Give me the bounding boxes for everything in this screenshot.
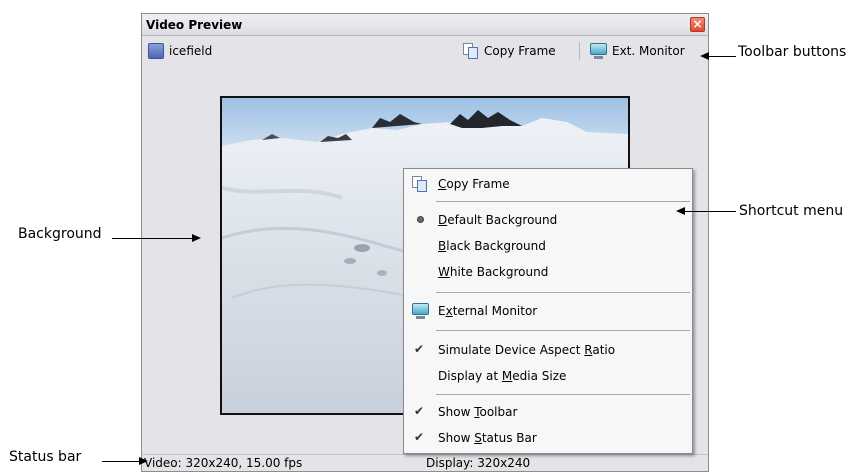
title-bar[interactable]: Video Preview × [142,14,708,36]
status-display-info: Display: 320x240 [426,456,531,470]
menu-item-label: Black Background [438,239,546,253]
toolbar: icefield Copy Frame Ext. Monitor [142,37,708,63]
callout-line [707,56,736,57]
copy-frame-label: Copy Frame [484,44,556,58]
menu-item-default-background[interactable]: Default Background [404,209,692,231]
menu-item-label: White Background [438,265,549,279]
check-icon: ✔ [414,404,425,418]
menu-item-simulate-aspect-ratio[interactable]: ✔ Simulate Device Aspect Ratio [404,339,692,361]
arrow-icon [676,207,685,215]
monitor-icon [412,303,429,319]
menu-separator [436,201,690,202]
status-bar: Video: 320x240, 15.00 fps Display: 320x2… [142,454,708,471]
arrow-icon [139,457,148,465]
callout-background: Background [18,226,102,242]
callout-line [102,461,139,462]
menu-item-copy-frame[interactable]: Copy Frame [404,173,692,195]
menu-item-external-monitor[interactable]: External Monitor [404,300,692,322]
menu-item-black-background[interactable]: Black Background [404,235,692,257]
menu-separator [436,292,690,293]
copy-frame-icon [412,176,428,192]
shortcut-menu: Copy Frame Default Background Black Back… [403,168,693,454]
callout-toolbar-buttons: Toolbar buttons [738,44,847,60]
close-icon: × [692,17,703,31]
ext-monitor-button[interactable]: Ext. Monitor [586,40,689,62]
menu-item-label: Simulate Device Aspect Ratio [438,343,616,357]
menu-item-display-media-size[interactable]: Display at Media Size [404,365,692,387]
monitor-icon [590,43,607,59]
callout-line [112,238,192,239]
check-icon: ✔ [414,430,425,444]
callout-line [683,211,736,212]
status-video-info: Video: 320x240, 15.00 fps [144,456,303,470]
callout-status-bar: Status bar [9,449,82,465]
callout-shortcut-menu: Shortcut menu [739,203,844,219]
arrow-icon [700,52,709,60]
menu-item-show-toolbar[interactable]: ✔ Show Toolbar [404,401,692,423]
menu-item-label: Default Background [438,213,558,227]
menu-item-label: Show Status Bar [438,431,537,445]
check-icon: ✔ [414,342,425,356]
menu-item-label: External Monitor [438,304,538,318]
menu-item-label: Show Toolbar [438,405,518,419]
menu-separator [436,330,690,331]
copy-frame-button[interactable]: Copy Frame [459,40,560,62]
menu-item-label: Display at Media Size [438,369,567,383]
menu-separator [436,394,690,395]
copy-frame-icon [463,43,479,59]
menu-item-white-background[interactable]: White Background [404,261,692,283]
arrow-icon [192,234,201,242]
radio-selected-icon [417,216,424,223]
menu-item-label: Copy Frame [438,177,510,191]
media-name: icefield [169,44,213,58]
window-title: Video Preview [146,18,243,32]
ext-monitor-label: Ext. Monitor [612,44,685,58]
toolbar-separator [579,42,580,60]
media-file-icon [148,43,164,59]
close-button[interactable]: × [690,17,705,32]
menu-item-show-status-bar[interactable]: ✔ Show Status Bar [404,427,692,449]
